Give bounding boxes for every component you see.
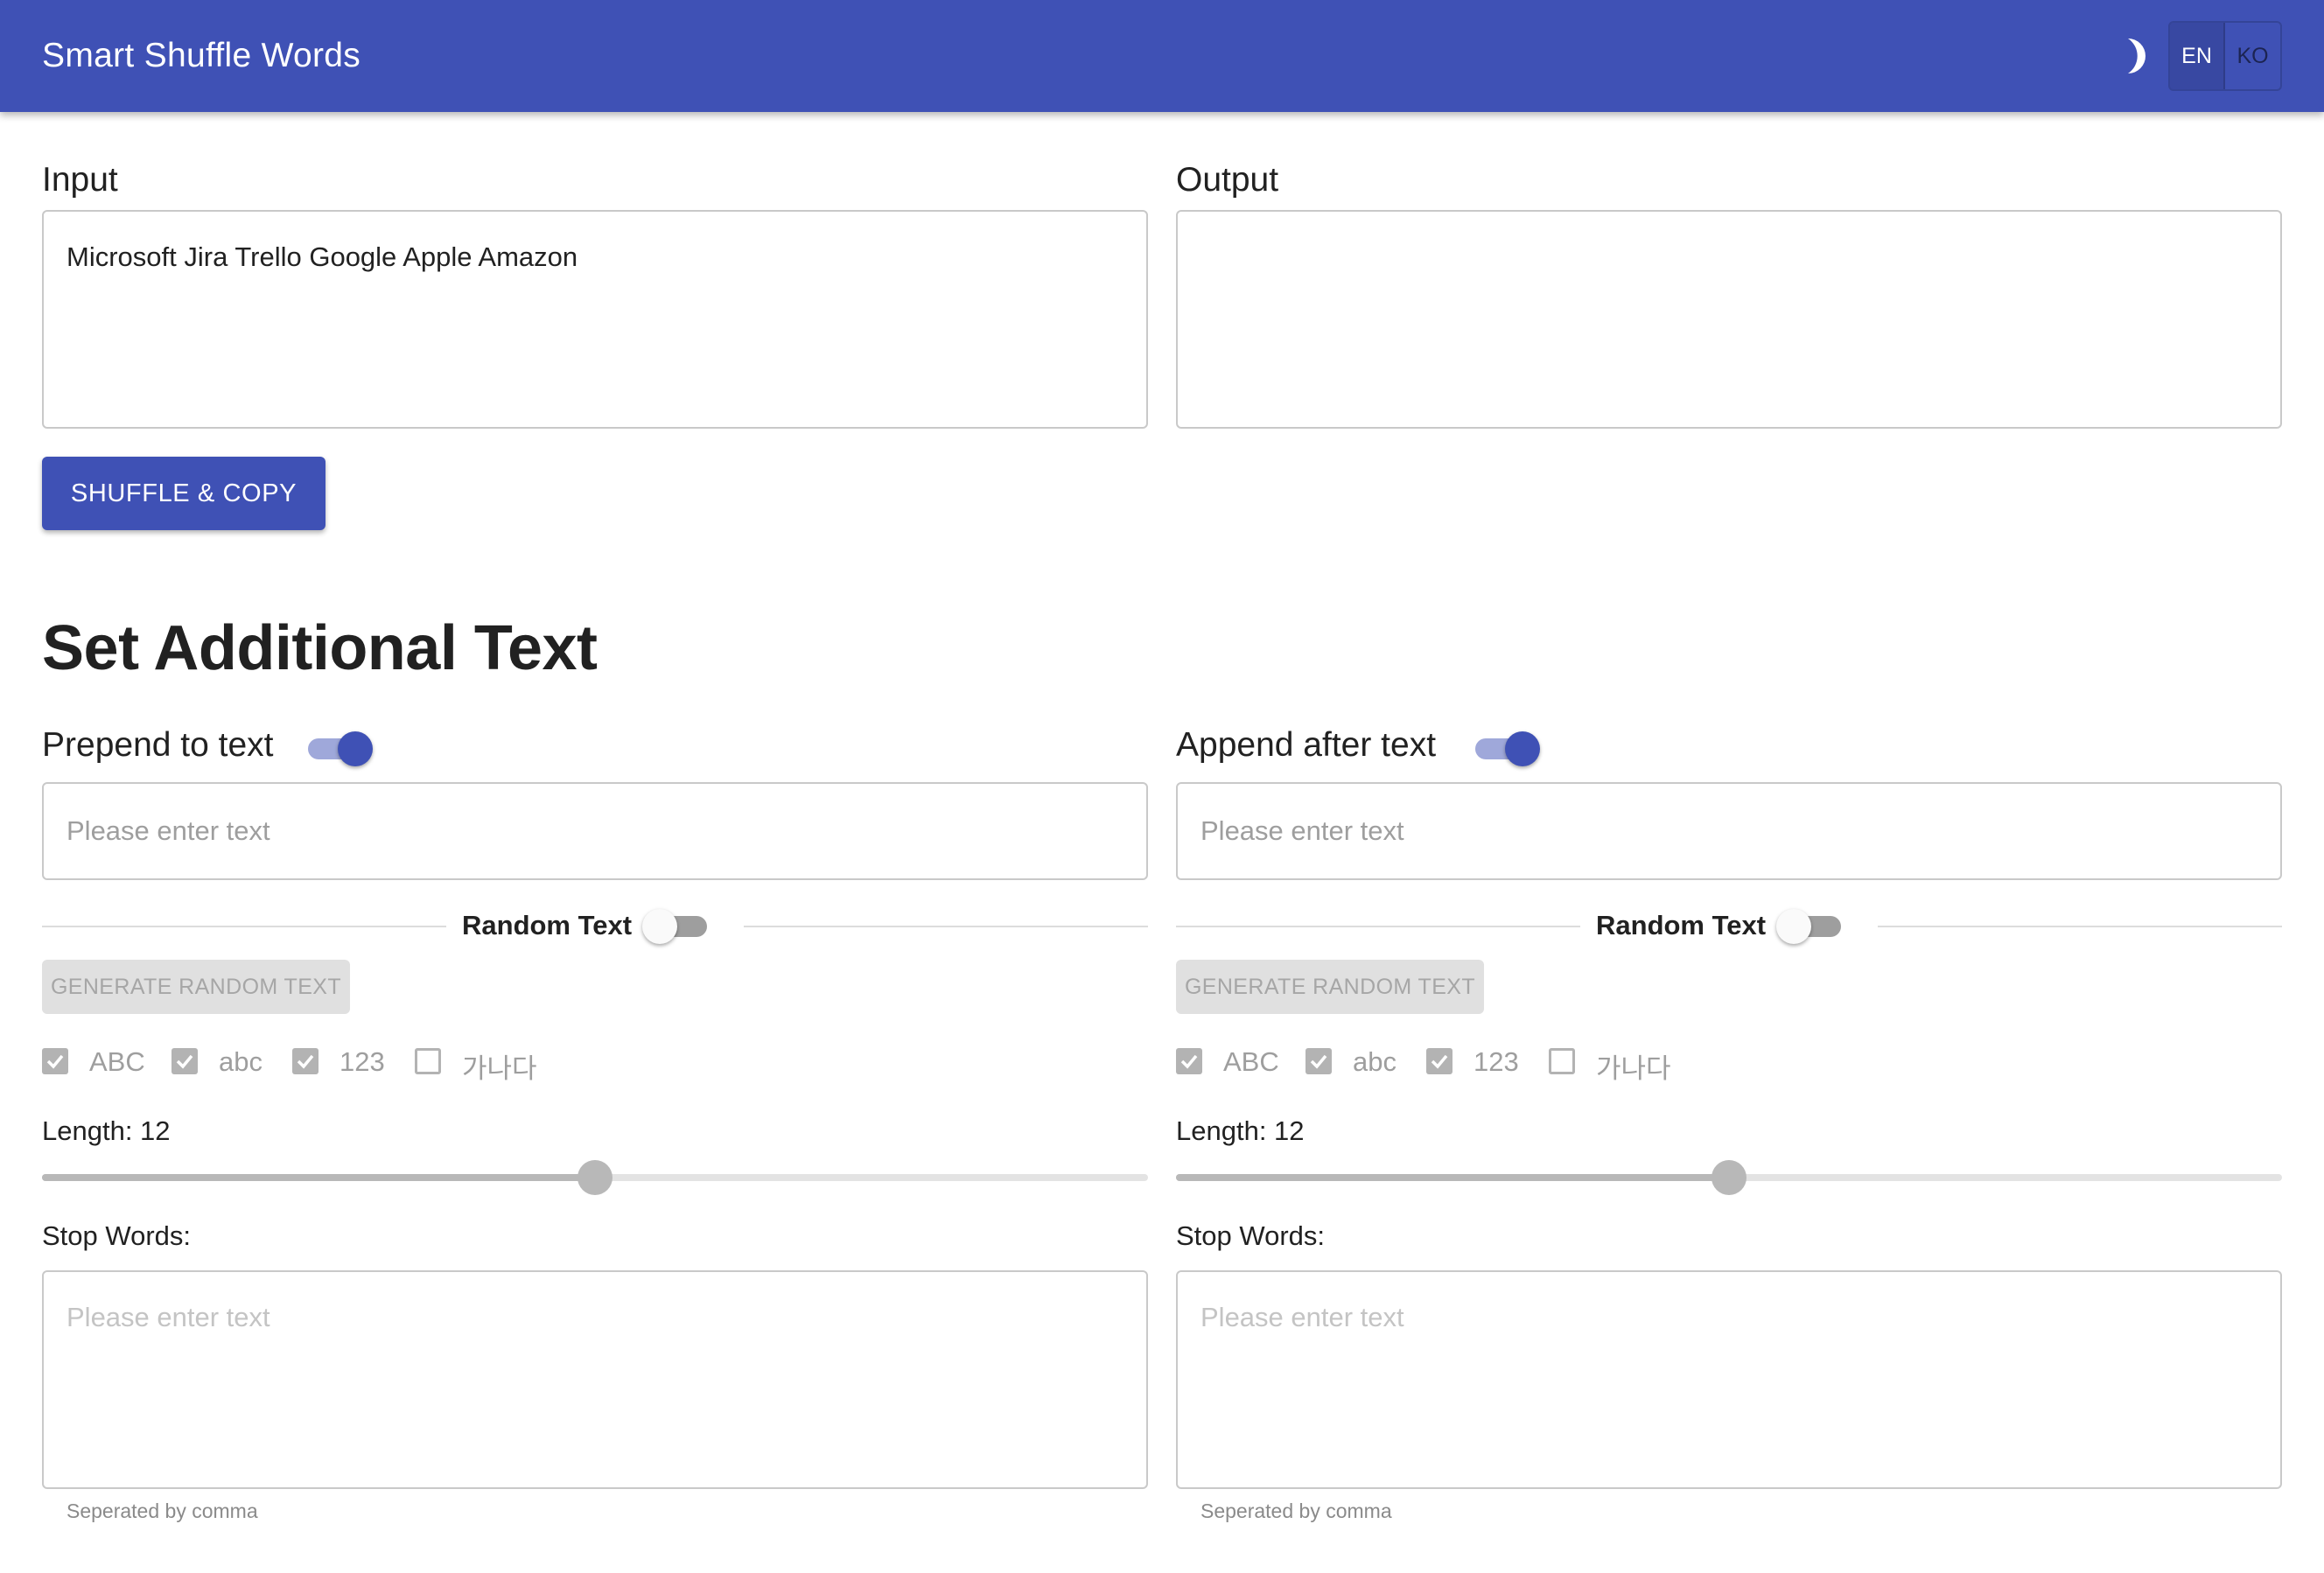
check-icon [1310,1054,1327,1069]
append-checkbox-lowercase-label: abc [1353,1046,1396,1077]
append-checkbox-uppercase-label: ABC [1223,1046,1279,1077]
app-title: Smart Shuffle Words [42,37,361,74]
prepend-generate-random-button[interactable]: GENERATE RANDOM TEXT [42,960,350,1014]
check-icon [297,1054,314,1069]
prepend-divider-left [42,926,446,927]
check-icon [1180,1054,1198,1069]
append-random-text-label: Random Text [1596,910,1767,940]
prepend-checkbox-korean-label: 가나다 [462,1053,537,1084]
output-label: Output [1176,161,1279,199]
prepend-stop-words-label: Stop Words: [42,1220,192,1251]
section-title: Set Additional Text [42,613,598,683]
input-label: Input [42,161,118,199]
append-checkbox-uppercase[interactable] [1176,1048,1202,1074]
prepend-toggle[interactable] [306,728,373,770]
append-toggle-thumb [1505,731,1540,766]
append-length-slider-thumb[interactable] [1712,1160,1746,1195]
append-stop-words-label: Stop Words: [1176,1220,1326,1251]
prepend-input-placeholder: Please enter text [66,815,270,846]
append-label: Append after text [1176,726,1437,764]
append-text-input[interactable]: Please enter text [1176,782,2282,880]
append-stop-words-textarea[interactable]: Please enter text [1176,1270,2282,1489]
prepend-checkbox-digits[interactable] [292,1048,318,1074]
prepend-checkbox-uppercase-label: ABC [89,1046,145,1077]
append-stop-words-placeholder: Please enter text [1200,1302,1404,1332]
prepend-random-toggle-thumb [642,909,677,944]
prepend-divider-right [744,926,1148,927]
append-divider-left [1176,926,1580,927]
append-length-slider-fill [1176,1174,1729,1181]
append-checkbox-digits-label: 123 [1474,1046,1519,1077]
prepend-checkbox-uppercase[interactable] [42,1048,68,1074]
prepend-random-text-toggle[interactable] [642,905,709,947]
prepend-checkbox-digits-label: 123 [340,1046,385,1077]
app-bar: Smart Shuffle Words EN KO [0,0,2324,112]
prepend-stop-words-helper: Seperated by comma [66,1500,258,1522]
append-toggle[interactable] [1474,728,1540,770]
prepend-stop-words-textarea[interactable]: Please enter text [42,1270,1148,1489]
append-random-toggle-thumb [1776,909,1811,944]
append-length-label: Length: 12 [1176,1115,1305,1146]
output-textarea[interactable] [1176,210,2282,429]
shuffle-copy-button[interactable]: SHUFFLE & COPY [42,457,326,530]
check-icon [176,1054,193,1069]
prepend-text-input[interactable]: Please enter text [42,782,1148,880]
prepend-length-slider-thumb[interactable] [578,1160,612,1195]
append-random-text-toggle[interactable] [1776,905,1843,947]
append-divider-right [1878,926,2282,927]
prepend-random-text-label: Random Text [462,910,633,940]
check-icon [1431,1054,1448,1069]
append-checkbox-lowercase[interactable] [1306,1048,1332,1074]
append-checkbox-korean[interactable] [1549,1048,1575,1074]
append-checkbox-digits[interactable] [1426,1048,1452,1074]
prepend-checkbox-korean[interactable] [415,1048,441,1074]
language-button-ko[interactable]: KO [2225,23,2280,89]
theme-toggle-button[interactable] [2107,31,2156,80]
prepend-length-slider-fill [42,1174,595,1181]
language-toggle-group: EN KO [2168,21,2282,91]
append-generate-random-button[interactable]: GENERATE RANDOM TEXT [1176,960,1484,1014]
prepend-checkbox-lowercase[interactable] [172,1048,198,1074]
prepend-checkbox-lowercase-label: abc [219,1046,262,1077]
language-button-en[interactable]: EN [2170,23,2226,89]
check-icon [46,1054,64,1069]
prepend-label: Prepend to text [42,726,274,764]
prepend-toggle-thumb [338,731,373,766]
input-value: Microsoft Jira Trello Google Apple Amazo… [66,241,578,272]
append-checkbox-korean-label: 가나다 [1596,1053,1671,1084]
append-input-placeholder: Please enter text [1200,815,1404,846]
moon-icon [2128,38,2146,73]
prepend-length-label: Length: 12 [42,1115,171,1146]
input-textarea[interactable]: Microsoft Jira Trello Google Apple Amazo… [42,210,1148,429]
prepend-stop-words-placeholder: Please enter text [66,1302,270,1332]
append-stop-words-helper: Seperated by comma [1200,1500,1392,1522]
